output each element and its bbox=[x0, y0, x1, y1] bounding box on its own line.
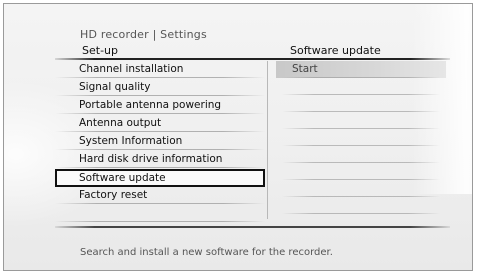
column-divider bbox=[267, 61, 268, 219]
menu-item-portable-antenna-powering[interactable]: Portable antenna powering bbox=[55, 97, 265, 115]
empty-option-row bbox=[276, 146, 446, 163]
empty-option-row bbox=[276, 78, 446, 95]
empty-option-row bbox=[276, 180, 446, 197]
page-title: HD recorder | Settings bbox=[80, 28, 207, 41]
menu-item-channel-installation[interactable]: Channel installation bbox=[55, 61, 265, 79]
empty-option-row bbox=[276, 197, 446, 214]
empty-option-row bbox=[276, 129, 446, 146]
footer-divider bbox=[55, 226, 450, 228]
empty-option-row bbox=[276, 95, 446, 112]
empty-option-row bbox=[276, 112, 446, 129]
menu-item-hard-disk-drive-information[interactable]: Hard disk drive information bbox=[55, 151, 265, 169]
menu-item-system-information[interactable]: System Information bbox=[55, 133, 265, 151]
setup-menu: Channel installation Signal quality Port… bbox=[55, 61, 265, 223]
menu-item-software-update[interactable]: Software update bbox=[55, 169, 265, 187]
setup-column-header: Set-up bbox=[82, 44, 118, 57]
menu-empty-row bbox=[55, 205, 265, 223]
tv-screen: HD recorder | Settings Set-up Software u… bbox=[3, 3, 473, 271]
software-update-options: Start bbox=[276, 61, 446, 214]
empty-option-row bbox=[276, 163, 446, 180]
menu-item-signal-quality[interactable]: Signal quality bbox=[55, 79, 265, 97]
menu-item-antenna-output[interactable]: Antenna output bbox=[55, 115, 265, 133]
start-option[interactable]: Start bbox=[276, 61, 446, 78]
header-divider bbox=[55, 58, 450, 60]
help-text: Search and install a new software for th… bbox=[80, 247, 333, 258]
software-update-column-header: Software update bbox=[290, 44, 381, 57]
menu-item-factory-reset[interactable]: Factory reset bbox=[55, 187, 265, 205]
